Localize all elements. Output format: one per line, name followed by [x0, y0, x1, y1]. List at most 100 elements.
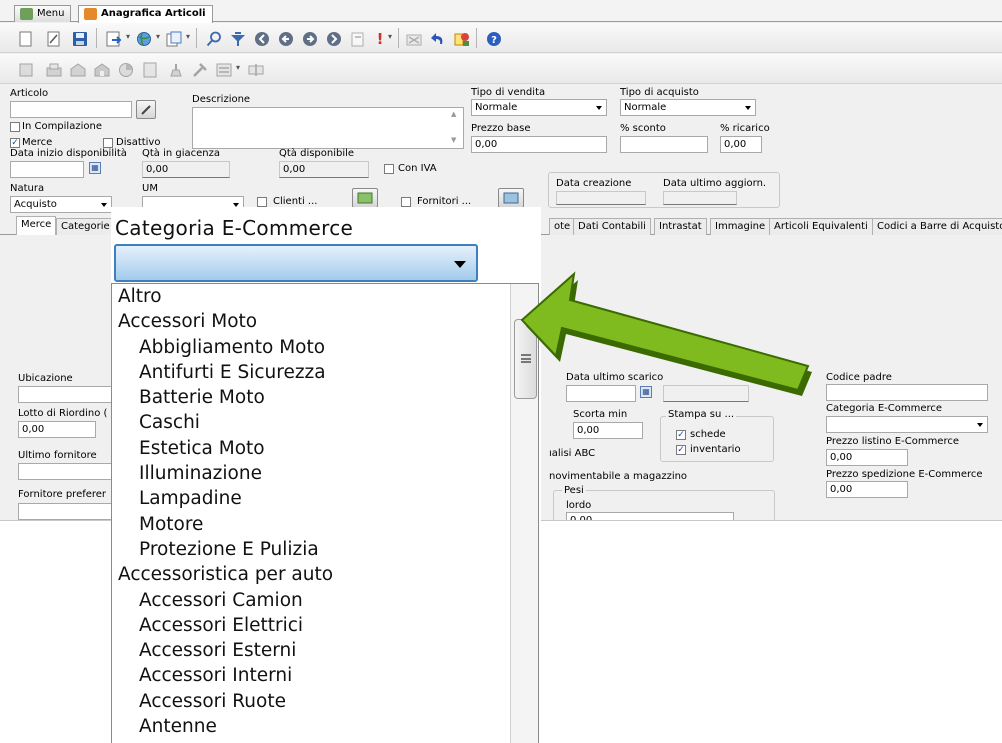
fornitore-preferito-label: Fornitore preferer: [18, 489, 107, 500]
category-option[interactable]: Illuminazione: [112, 461, 538, 486]
window-tab-anagrafica-articoli[interactable]: Anagrafica Articoli: [78, 5, 213, 23]
view-icon[interactable]: [214, 60, 234, 79]
fornitore-preferito-field[interactable]: [18, 503, 112, 520]
category-option[interactable]: Protezione E Pulizia: [112, 537, 538, 562]
exclamation-icon[interactable]: !: [370, 29, 390, 48]
disattivo-checkbox[interactable]: [103, 138, 113, 148]
natura-select[interactable]: Acquisto: [10, 196, 112, 213]
qta-giacenza-label: Qtà in giacenza: [142, 148, 221, 159]
category-option[interactable]: Batterie Moto: [112, 385, 538, 410]
scroll-up-icon[interactable]: ▲: [451, 110, 456, 118]
first-record-icon[interactable]: [252, 29, 272, 48]
category-combobox[interactable]: [114, 244, 478, 282]
chart-icon[interactable]: [116, 60, 136, 79]
zoom-title: Categoria E-Commerce: [115, 216, 354, 240]
data-creazione-label: Data creazione: [556, 178, 632, 189]
new-document-icon[interactable]: [16, 29, 36, 48]
tab-codici-barre-acquisto[interactable]: Codici a Barre di Acquisto: [872, 218, 1002, 235]
merce-checkbox[interactable]: ✓: [10, 138, 20, 148]
edit-article-button[interactable]: [136, 100, 156, 119]
category-option[interactable]: Accessoristica per auto: [112, 562, 538, 587]
con-iva-checkbox[interactable]: [384, 164, 394, 174]
copy-page-icon[interactable]: [348, 29, 368, 48]
next-record-icon[interactable]: [300, 29, 320, 48]
edit-document-icon[interactable]: [44, 29, 64, 48]
category-option[interactable]: Altro: [112, 284, 538, 309]
articles-icon: [84, 8, 97, 20]
chevron-down-icon: [596, 106, 602, 110]
clienti-button[interactable]: [352, 188, 378, 208]
rename-icon[interactable]: [246, 60, 266, 79]
categoria-ecommerce-label: Categoria E-Commerce: [826, 403, 943, 414]
inventario-checkbox[interactable]: ✓: [676, 445, 686, 455]
tab-merce[interactable]: Merce: [16, 216, 57, 235]
export-icon[interactable]: [104, 29, 124, 48]
category-option[interactable]: Accessori Camion: [112, 588, 538, 613]
prezzo-listino-field[interactable]: 0,00: [826, 449, 908, 466]
category-option[interactable]: Estetica Moto: [112, 436, 538, 461]
scroll-down-icon[interactable]: ▼: [451, 136, 456, 144]
category-option[interactable]: Caschi: [112, 410, 538, 435]
tab-note[interactable]: ote: [549, 218, 576, 235]
category-option[interactable]: Accessori Ruote: [112, 689, 538, 714]
rules-icon[interactable]: [452, 29, 472, 48]
ubicazione-field[interactable]: [18, 386, 112, 403]
tipo-acquisto-select[interactable]: Normale: [620, 99, 756, 116]
copy-icon[interactable]: [164, 29, 184, 48]
data-inizio-field[interactable]: [10, 161, 84, 178]
tab-dati-contabili[interactable]: Dati Contabili: [573, 218, 651, 235]
tab-categorie[interactable]: Categorie: [56, 218, 115, 235]
tab-immagine[interactable]: Immagine: [710, 218, 771, 235]
lordo-field[interactable]: 0,00: [566, 512, 734, 520]
chevron-down-icon: [745, 106, 751, 110]
filter-icon[interactable]: [228, 29, 248, 48]
calendar-icon[interactable]: ▦: [89, 162, 101, 174]
fornitori-checkbox[interactable]: [401, 197, 411, 207]
category-option[interactable]: Accessori Moto: [112, 309, 538, 334]
tipo-vendita-select[interactable]: Normale: [471, 99, 607, 116]
scorta-min-label: Scorta min: [573, 409, 628, 420]
category-option[interactable]: Antenne: [112, 714, 538, 739]
cancel-icon[interactable]: [404, 29, 424, 48]
tools-icon[interactable]: [190, 60, 210, 79]
category-option[interactable]: Motore: [112, 512, 538, 537]
ricarico-field[interactable]: 0,00: [720, 136, 762, 153]
category-option[interactable]: Lampadine: [112, 486, 538, 511]
last-record-icon[interactable]: [324, 29, 344, 48]
tab-articoli-equivalenti[interactable]: Articoli Equivalenti: [769, 218, 873, 235]
schede-checkbox[interactable]: ✓: [676, 430, 686, 440]
codice-padre-field[interactable]: [826, 384, 988, 401]
items-icon[interactable]: [16, 60, 36, 79]
category-option[interactable]: Accessori Interni: [112, 663, 538, 688]
category-option[interactable]: Abbigliamento Moto: [112, 335, 538, 360]
articolo-field[interactable]: [10, 101, 132, 118]
warehouse-2-icon[interactable]: [92, 60, 112, 79]
prezzo-base-field[interactable]: 0,00: [471, 136, 607, 153]
scale-icon[interactable]: [166, 60, 186, 79]
prezzo-spedizione-field[interactable]: 0,00: [826, 481, 908, 498]
category-option[interactable]: Accessori Esterni: [112, 638, 538, 663]
save-icon[interactable]: [70, 29, 90, 48]
categoria-ecommerce-select[interactable]: [826, 416, 988, 433]
help-icon[interactable]: ?: [484, 29, 504, 48]
warehouse-icon[interactable]: [68, 60, 88, 79]
category-option[interactable]: Antifurti E Sicurezza: [112, 360, 538, 385]
ultimo-fornitore-field[interactable]: [18, 463, 112, 480]
scorta-min-field[interactable]: 0,00: [573, 422, 643, 439]
world-icon[interactable]: [134, 29, 154, 48]
search-icon[interactable]: [204, 29, 224, 48]
in-compilazione-checkbox[interactable]: [10, 122, 20, 132]
category-option[interactable]: Accessori Elettrici: [112, 613, 538, 638]
document-icon[interactable]: [140, 60, 160, 79]
fornitori-button[interactable]: [498, 188, 524, 208]
clienti-checkbox[interactable]: [257, 197, 267, 207]
window-tab-menu[interactable]: Menu: [14, 5, 72, 22]
lotto-label: Lotto di Riordino (: [18, 408, 108, 419]
tab-intrastat[interactable]: Intrastat: [654, 218, 707, 235]
stock-icon[interactable]: [44, 60, 64, 79]
descrizione-field[interactable]: [192, 107, 464, 149]
sconto-field[interactable]: [620, 136, 708, 153]
previous-record-icon[interactable]: [276, 29, 296, 48]
undo-icon[interactable]: [428, 29, 448, 48]
lotto-field[interactable]: 0,00: [18, 421, 96, 438]
